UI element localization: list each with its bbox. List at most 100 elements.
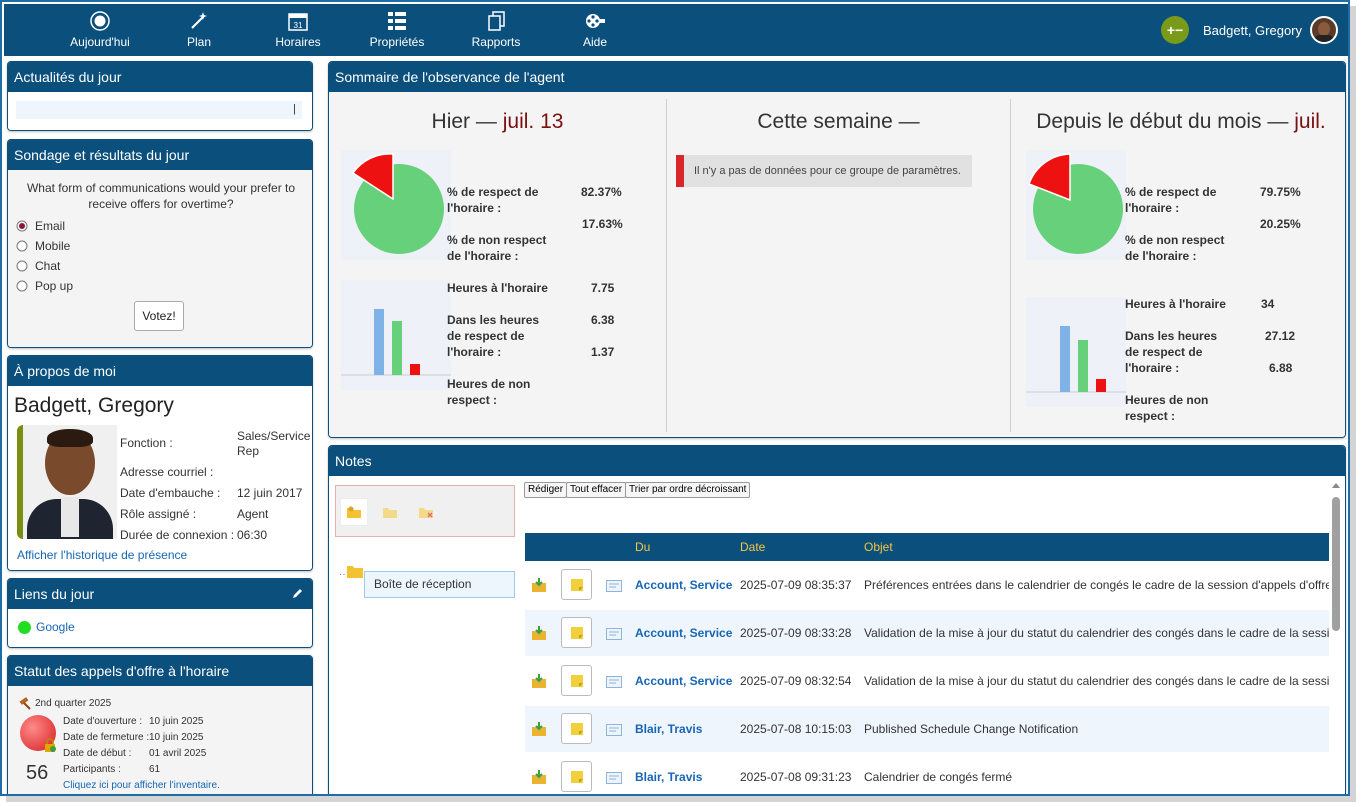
- nav-properties[interactable]: Propriétés: [352, 10, 442, 49]
- note-button[interactable]: [561, 569, 592, 600]
- sticky-note-icon: [571, 723, 583, 735]
- column-header-from[interactable]: Du: [635, 540, 650, 554]
- calendar-icon: 31: [288, 13, 308, 31]
- nav-reports-label: Rapports: [471, 35, 521, 49]
- links-title: Liens du jour: [14, 586, 95, 602]
- table-row[interactable]: Blair, Travis 2025-07-08 09:31:23 Calend…: [525, 754, 1329, 794]
- poll-option[interactable]: Pop up: [16, 276, 73, 296]
- note-from[interactable]: Account, Service: [635, 578, 732, 592]
- month-date: juil.: [1294, 110, 1326, 133]
- note-button[interactable]: [561, 617, 592, 648]
- scroll-thumb[interactable]: [1332, 497, 1340, 631]
- note-from[interactable]: Blair, Travis: [635, 770, 702, 784]
- vote-button[interactable]: Votez!: [134, 301, 184, 331]
- top-navigation: Aujourd'hui Plan 31 Horaires Propriétés …: [4, 4, 1348, 56]
- field-value: Sales/Service Rep: [237, 429, 311, 458]
- field-label: Date d'ouverture :: [63, 716, 143, 727]
- poll-option[interactable]: Chat: [16, 256, 73, 276]
- note-subject[interactable]: Validation de la mise à jour du statut d…: [864, 674, 1329, 688]
- month-heading: Depuis le début du mois — juil.: [1011, 110, 1345, 134]
- news-title: Actualités du jour: [8, 62, 312, 92]
- plus-minus-button[interactable]: +−: [1161, 16, 1189, 44]
- stat-value: 34: [1261, 297, 1275, 311]
- nav-help[interactable]: Aide: [550, 10, 640, 49]
- summary-panel: Sommaire de l'observance de l'agent Hier…: [328, 61, 1346, 438]
- nav-reports[interactable]: Rapports: [451, 10, 541, 49]
- column-header-subject[interactable]: Objet: [864, 540, 893, 554]
- nav-today[interactable]: Aujourd'hui: [55, 10, 145, 49]
- history-link[interactable]: Afficher l'historique de présence: [17, 548, 187, 562]
- window-shadow: [1350, 6, 1356, 800]
- offers-count: 56: [26, 762, 49, 784]
- stat-value: 1.37: [591, 345, 615, 359]
- stat-label: Heures à l'horaire: [1125, 297, 1226, 311]
- link-label[interactable]: Google: [36, 620, 75, 634]
- note-button[interactable]: [561, 713, 592, 744]
- stat-value: 17.63%: [582, 217, 623, 231]
- inbox-tray-icon: [532, 770, 546, 784]
- notes-panel: Notes ·· Boîte de réception Rédiger Tout…: [328, 445, 1346, 794]
- stat-value: 6.38: [591, 313, 615, 327]
- stat-value: 7.75: [591, 281, 615, 295]
- note-subject[interactable]: Préférences entrées dans le calendrier d…: [864, 578, 1329, 592]
- scroll-up-icon[interactable]: [1331, 481, 1341, 489]
- stat-label: % de non respect de l'horaire :: [1125, 233, 1225, 263]
- radio-selected-icon[interactable]: [16, 220, 28, 232]
- note-from[interactable]: Account, Service: [635, 674, 732, 688]
- radio-icon[interactable]: [16, 240, 28, 252]
- inbox-folder[interactable]: Boîte de réception: [364, 571, 515, 598]
- radio-icon[interactable]: [16, 260, 28, 272]
- field-label: Adresse courriel :: [120, 465, 214, 479]
- message-icon: [606, 628, 622, 640]
- app-window: Aujourd'hui Plan 31 Horaires Propriétés …: [0, 0, 1350, 796]
- notes-scrollbar[interactable]: [1330, 476, 1342, 794]
- avatar[interactable]: [1310, 16, 1338, 44]
- no-data-message: Il n'y a pas de données pour ce groupe d…: [676, 155, 972, 187]
- table-row[interactable]: Blair, Travis 2025-07-08 10:15:03 Publis…: [525, 706, 1329, 752]
- clear-all-button[interactable]: Tout effacer: [566, 482, 627, 498]
- note-subject[interactable]: Calendrier de congés fermé: [864, 770, 1329, 784]
- field-label: Date de début :: [63, 748, 132, 759]
- delete-folder-icon[interactable]: [412, 498, 440, 526]
- pencil-icon[interactable]: [291, 587, 304, 600]
- poll-option[interactable]: Email: [16, 216, 73, 236]
- link-item[interactable]: Google: [18, 620, 75, 634]
- bar-out-adherence: [410, 364, 420, 375]
- folder-icon[interactable]: [376, 498, 404, 526]
- field-label: Date de fermeture :: [63, 732, 150, 743]
- stat-label: % de respect de l'horaire :: [1125, 185, 1217, 215]
- inventory-link[interactable]: Cliquez ici pour afficher l'inventaire.: [63, 780, 220, 791]
- bar-in-adherence: [392, 321, 402, 375]
- nav-schedules[interactable]: 31 Horaires: [253, 10, 343, 49]
- note-from[interactable]: Account, Service: [635, 626, 732, 640]
- note-subject[interactable]: Validation de la mise à jour du statut d…: [864, 626, 1329, 640]
- nav-plan[interactable]: Plan: [154, 10, 244, 49]
- window-shadow: [6, 796, 1356, 802]
- stat-label: Dans les heures de respect de l'horaire …: [1125, 329, 1218, 375]
- note-subject[interactable]: Published Schedule Change Notification: [864, 722, 1329, 736]
- calendar-day: 31: [294, 21, 303, 30]
- offers-quarter: 2nd quarter 2025: [35, 698, 112, 709]
- field-value: Agent: [237, 507, 269, 521]
- radio-icon[interactable]: [16, 280, 28, 292]
- inbox-tray-icon: [532, 722, 546, 736]
- yesterday-date: juil. 13: [502, 110, 564, 133]
- sort-desc-button[interactable]: Trier par ordre décroissant: [625, 482, 751, 498]
- yesterday-heading-text: Hier —: [431, 110, 503, 133]
- note-from[interactable]: Blair, Travis: [635, 722, 702, 736]
- field-label: Fonction :: [120, 436, 173, 450]
- notes-table-header: Du Date Objet: [525, 533, 1329, 561]
- table-row[interactable]: Account, Service 2025-07-09 08:35:37 Pré…: [525, 562, 1329, 608]
- column-header-date[interactable]: Date: [740, 540, 765, 554]
- table-row[interactable]: Account, Service 2025-07-09 08:32:54 Val…: [525, 658, 1329, 704]
- poll-option[interactable]: Mobile: [16, 236, 73, 256]
- note-button[interactable]: [561, 665, 592, 696]
- table-row[interactable]: Account, Service 2025-07-09 08:33:28 Val…: [525, 610, 1329, 656]
- field-value: 06:30: [237, 528, 268, 542]
- note-button[interactable]: [561, 761, 592, 792]
- note-date: 2025-07-08 10:15:03: [740, 722, 852, 736]
- new-folder-icon[interactable]: [340, 498, 368, 526]
- user-name[interactable]: Badgett, Gregory: [1203, 23, 1302, 38]
- news-ticker-text: |: [293, 103, 296, 115]
- compose-button[interactable]: Rédiger: [524, 482, 568, 498]
